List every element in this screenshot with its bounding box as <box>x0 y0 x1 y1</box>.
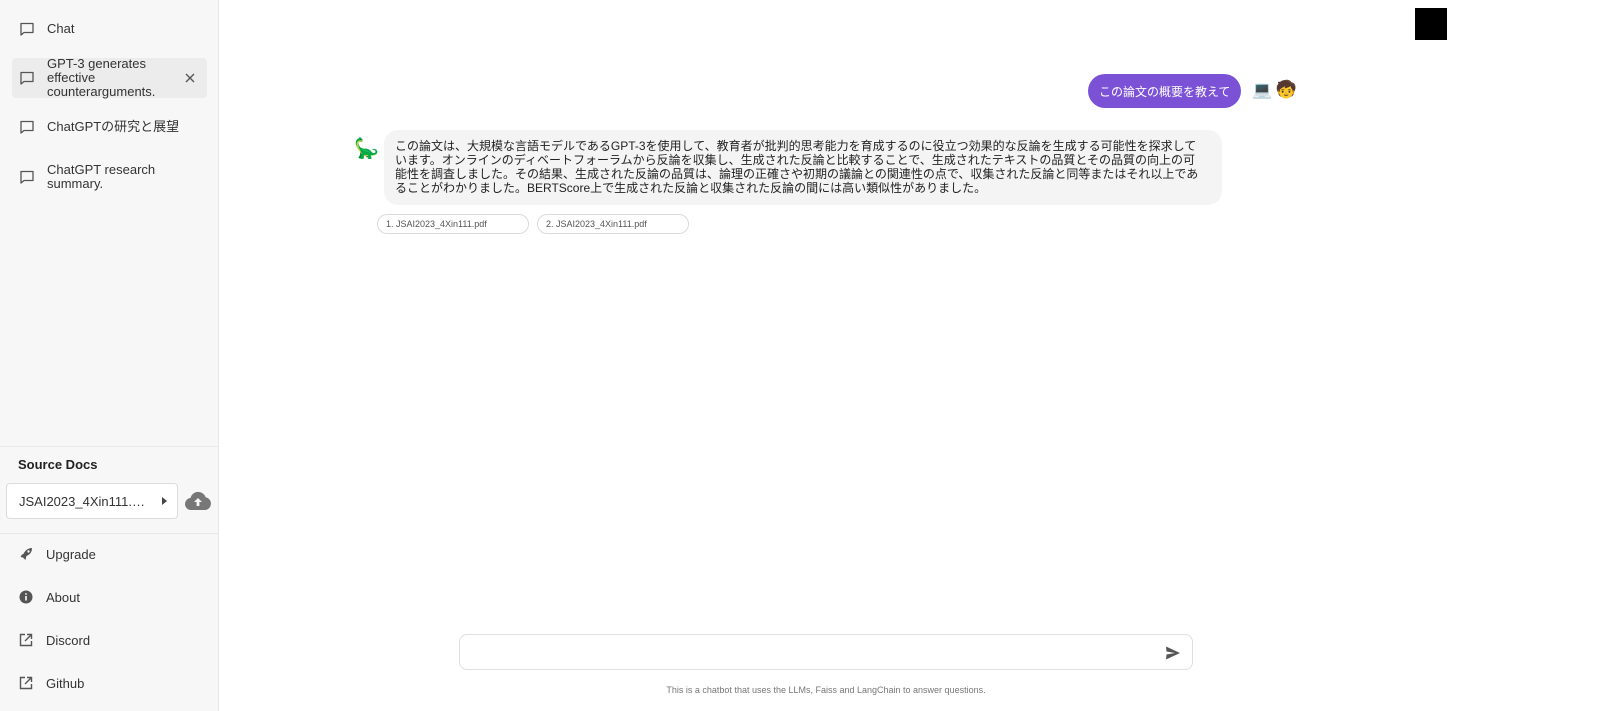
user-message-bubble: この論文の概要を教えて <box>1088 74 1242 108</box>
chat-bubble-icon <box>19 70 35 86</box>
chat-bubble-icon <box>19 169 35 185</box>
source-docs-section: Source Docs JSAI2023_4Xin111.pdf <box>0 446 219 519</box>
user-icons: 💻 🧒 <box>1252 80 1297 100</box>
footer-links: Upgrade About Discord Github <box>0 533 219 711</box>
sidebar: Chat GPT-3 generates effective counterar… <box>0 0 219 711</box>
source-chips: 1. JSAI2023_4Xin111.pdf 2. JSAI2023_4Xin… <box>377 214 689 234</box>
source-docs-title: Source Docs <box>18 457 98 472</box>
github-link[interactable]: Github <box>18 675 84 691</box>
chat-bubble-icon <box>19 119 35 135</box>
discord-link[interactable]: Discord <box>18 632 90 648</box>
disclaimer-text: This is a chatbot that uses the LLMs, Fa… <box>666 685 986 695</box>
external-link-icon <box>18 632 34 648</box>
laptop-icon: 💻 <box>1252 82 1272 99</box>
profile-avatar[interactable] <box>1415 8 1447 40</box>
close-icon[interactable] <box>183 71 197 85</box>
conversation-label: Chat <box>47 21 75 36</box>
conversation-label: GPT-3 generates effective counterargumen… <box>47 56 156 99</box>
dinosaur-icon: 🦕 <box>354 138 379 160</box>
conversation-item-gpt3[interactable]: GPT-3 generates effective counterargumen… <box>12 56 207 99</box>
cloud-upload-icon <box>184 491 211 510</box>
source-chip[interactable]: 1. JSAI2023_4Xin111.pdf <box>377 214 529 234</box>
conversation-label: ChatGPT research summary. <box>47 162 156 191</box>
rocket-icon <box>18 546 34 562</box>
conversation-item-chat[interactable]: Chat <box>12 18 207 40</box>
source-doc-selected: JSAI2023_4Xin111.pdf <box>19 493 147 509</box>
info-icon <box>18 589 34 605</box>
conversation-item-chatgpt-research[interactable]: ChatGPTの研究と展望 <box>12 116 207 138</box>
send-button[interactable] <box>1164 644 1182 662</box>
upgrade-label: Upgrade <box>46 546 96 562</box>
chat-main: この論文の概要を教えて 💻 🧒 🦕 この論文は、大規模な言語モデルであるGPT-… <box>220 0 1600 711</box>
conversation-label: ChatGPTの研究と展望 <box>47 119 180 134</box>
child-icon: 🧒 <box>1275 80 1298 99</box>
conversation-item-chatgpt-summary[interactable]: ChatGPT research summary. <box>12 162 207 192</box>
external-link-icon <box>18 675 34 691</box>
upgrade-link[interactable]: Upgrade <box>18 546 96 562</box>
source-chip[interactable]: 2. JSAI2023_4Xin111.pdf <box>537 214 689 234</box>
message-input[interactable] <box>470 641 1150 665</box>
caret-right-icon <box>162 497 167 505</box>
bot-message-bubble: この論文は、大規模な言語モデルであるGPT-3を使用して、教育者が批判的思考能力… <box>384 130 1222 205</box>
send-icon <box>1166 646 1180 660</box>
upload-button[interactable] <box>184 489 212 513</box>
message-input-container <box>459 634 1193 670</box>
chat-bubble-icon <box>19 21 35 37</box>
about-label: About <box>46 589 80 605</box>
about-link[interactable]: About <box>18 589 80 605</box>
github-label: Github <box>46 675 85 691</box>
discord-label: Discord <box>46 632 91 648</box>
source-doc-select[interactable]: JSAI2023_4Xin111.pdf <box>6 483 178 519</box>
